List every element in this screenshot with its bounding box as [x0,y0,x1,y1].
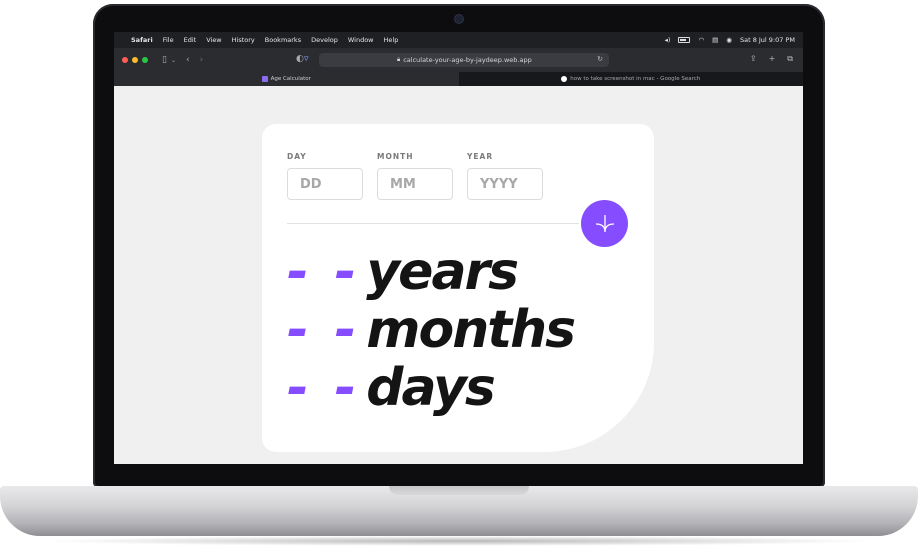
menu-develop[interactable]: Develop [311,36,338,44]
macos-menubar: Safari File Edit View History Bookmarks … [114,32,803,48]
menu-edit[interactable]: Edit [184,36,197,44]
webcam [455,15,463,23]
new-tab-icon[interactable]: + [769,54,776,64]
toolbar-right-actions: ⇪ + ⧉ [750,54,793,64]
day-label: DAY [287,152,307,161]
privacy-shield-icon[interactable]: ◐ [296,54,304,64]
reload-icon[interactable]: ↻ [597,55,603,63]
menu-help[interactable]: Help [384,36,399,44]
days-unit: days [366,358,496,418]
sidebar-toggle-icon[interactable]: ▯ [162,55,167,65]
laptop-shadow [40,536,878,546]
age-calculator-favicon [261,76,268,82]
minimize-window-icon[interactable] [132,57,138,63]
wifi-icon[interactable]: ◠ [698,36,704,44]
result-days: - - days [287,358,496,418]
month-field-group: MONTH MM [377,152,453,200]
year-input[interactable]: YYYY [467,168,543,200]
tab-title: Age Calculator [270,76,311,82]
calculate-button[interactable] [581,200,628,247]
lock-icon: 🔒︎ [397,56,401,63]
laptop-screen: Safari File Edit View History Bookmarks … [114,32,803,464]
month-label: MONTH [377,152,414,161]
day-field-group: DAY DD [287,152,363,200]
tab-age-calculator[interactable]: Age Calculator [114,72,459,86]
months-unit: months [366,300,576,360]
years-unit: years [366,242,519,302]
tab-title: how to take screenshot in mac - Google S… [570,76,701,82]
day-input[interactable]: DD [287,168,363,200]
safari-toolbar: ▯ ⌄ ‹ › ◐ ▿ 🔒︎ calculate-your-age-by-jay… [114,48,803,72]
result-months: - - months [287,300,576,360]
address-url: calculate-your-age-by-jaydeep.web.app [403,56,532,64]
menubar-datetime[interactable]: Sat 8 Jul 9:07 PM [740,36,795,44]
chevron-down-icon[interactable]: ⌄ [171,57,176,64]
year-label: YEAR [467,152,494,161]
back-icon[interactable]: ‹ [186,55,190,65]
menu-bookmarks[interactable]: Bookmarks [265,36,301,44]
share-icon[interactable]: ⇪ [750,54,757,64]
battery-icon[interactable] [678,37,691,43]
laptop-base-notch [389,486,529,495]
menu-view[interactable]: View [206,36,221,44]
zoom-window-icon[interactable] [142,57,148,63]
forward-icon[interactable]: › [200,55,204,65]
days-value: - - [287,358,361,418]
result-years: - - years [287,242,519,302]
months-value: - - [287,300,361,360]
menubar-status-area: ◂) ◠ ▤ ◉ Sat 8 Jul 9:07 PM [665,36,795,44]
tab-bar: Age Calculator how to take screenshot in… [114,72,803,86]
tab-overview-icon[interactable]: ⧉ [787,54,793,64]
arrow-down-icon [595,214,614,232]
year-field-group: YEAR YYYY [467,152,543,200]
years-value: - - [287,242,361,302]
close-window-icon[interactable] [122,57,128,63]
address-bar[interactable]: 🔒︎ calculate-your-age-by-jaydeep.web.app… [319,53,609,67]
tab-google-search[interactable]: how to take screenshot in mac - Google S… [458,72,803,86]
volume-icon[interactable]: ◂) [665,36,671,44]
age-calculator-card: DAY DD MONTH MM YEAR YYYY - - years - - mo… [262,124,654,452]
divider [287,223,579,224]
siri-icon[interactable]: ◉ [726,36,732,44]
menu-window[interactable]: Window [348,36,374,44]
menu-safari[interactable]: Safari [131,36,153,44]
menu-file[interactable]: File [163,36,174,44]
month-input[interactable]: MM [377,168,453,200]
control-center-icon[interactable]: ▤ [712,36,718,44]
extension-icon[interactable]: ▿ [304,54,309,64]
menu-history[interactable]: History [232,36,255,44]
google-favicon [561,76,568,82]
